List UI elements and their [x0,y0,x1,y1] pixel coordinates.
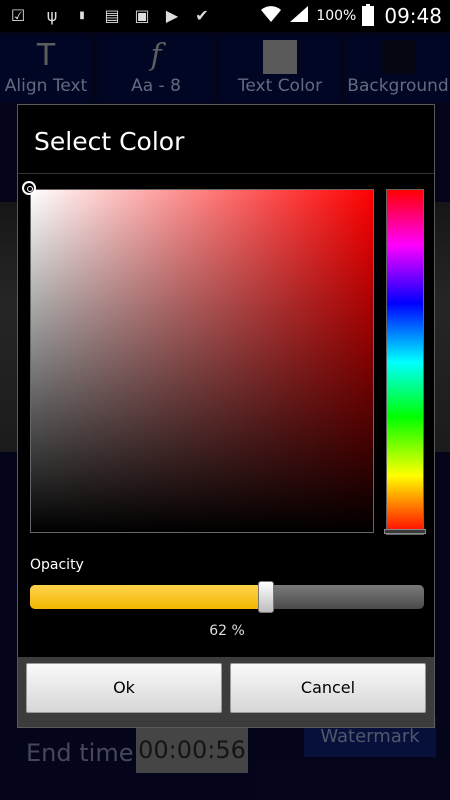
status-bar: ☑ ψ ▮ ▤ ▣ ▶ ✔ 100% 09:48 [0,0,450,32]
cancel-button[interactable]: Cancel [230,663,426,713]
select-color-dialog: Select Color Opacity 62 % Ok Cancel [17,104,435,728]
battery-icon [362,4,375,26]
opacity-slider-fill [30,585,267,609]
clock: 09:48 [384,4,442,28]
hue-slider[interactable] [386,189,424,535]
title-divider [18,173,434,174]
color-picker-cursor[interactable] [22,181,36,195]
media-icon: ▶ [165,6,179,25]
opacity-label: Opacity [30,557,84,573]
opacity-slider[interactable] [30,585,424,609]
battery-percentage: 100% [316,8,357,24]
battery-100-icon: ▮ [79,10,85,21]
news-icon: ▤ [104,6,120,25]
wifi-icon [260,5,282,27]
task-icon: ✔ [195,6,209,25]
save-icon: ▣ [134,6,150,25]
dialog-button-bar: Ok Cancel [18,657,434,727]
dialog-title: Select Color [34,127,185,156]
saturation-value-picker[interactable] [30,189,374,533]
ok-button[interactable]: Ok [26,663,222,713]
opacity-value: 62 % [209,623,245,639]
opacity-slider-thumb[interactable] [258,581,275,613]
usb-icon: ψ [46,6,58,25]
notification-icon: ☑ [10,6,26,25]
signal-icon [288,5,310,27]
hue-slider-thumb[interactable] [384,529,426,534]
